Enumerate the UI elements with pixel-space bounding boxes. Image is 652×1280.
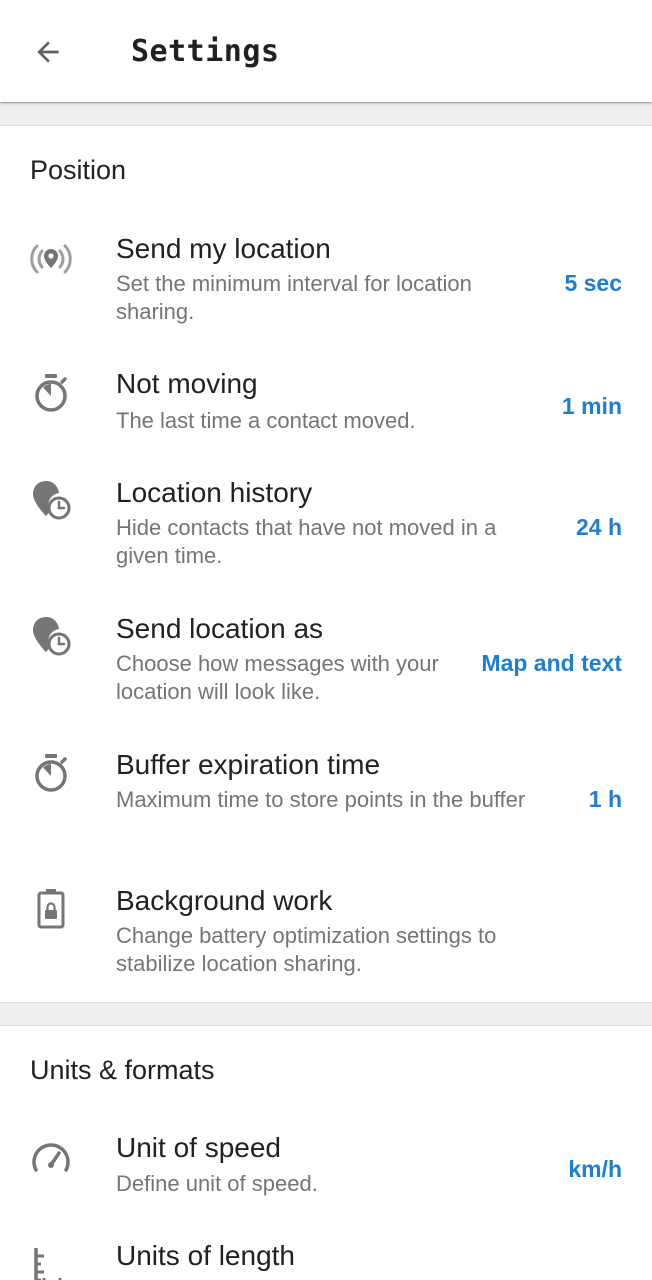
pref-buffer-expiration-time[interactable]: Buffer expiration time Maximum time to s… <box>0 734 652 858</box>
ruler-icon <box>34 1248 62 1280</box>
section-title-position: Position <box>30 155 127 185</box>
pref-not-moving[interactable]: Not moving The last time a contact moved… <box>0 355 652 451</box>
pref-summary: Hide contacts that have not moved in a g… <box>116 515 497 568</box>
pref-value: 24 h <box>575 514 622 540</box>
pref-send-location-as[interactable]: Send location as Choose how messages wit… <box>0 598 652 722</box>
timer-icon <box>35 754 67 792</box>
pref-background-work[interactable]: Background work Change battery optimizat… <box>0 870 652 994</box>
speedometer-icon <box>32 1143 70 1172</box>
location-broadcast-icon <box>30 244 72 274</box>
pref-summary: Change battery optimization settings to … <box>116 923 497 976</box>
pref-send-my-location[interactable]: Send my location Set the minimum interva… <box>0 218 652 340</box>
timer-icon <box>35 374 67 412</box>
pref-title: Buffer expiration time <box>116 749 381 780</box>
pref-value: km/h <box>568 1156 622 1182</box>
pref-title: Send location as <box>116 613 324 644</box>
back-button[interactable] <box>22 30 78 74</box>
pref-title: Not moving <box>116 368 258 399</box>
battery-lock-icon <box>37 889 65 929</box>
pref-value: 5 sec <box>564 270 622 296</box>
pref-unit-of-speed[interactable]: Unit of speed Define unit of speed. km/h <box>0 1118 652 1218</box>
pref-location-history[interactable]: Location history Hide contacts that have… <box>0 462 652 586</box>
pref-summary: Maximum time to store points in the buff… <box>116 787 526 812</box>
pref-title: Units of length <box>116 1240 295 1271</box>
pref-units-of-length[interactable]: Units of length <box>0 1228 652 1280</box>
section-title-units: Units & formats <box>30 1055 215 1085</box>
location-history-icon <box>33 617 71 656</box>
pref-summary: The last time a contact moved. <box>116 408 416 433</box>
pref-summary: Set the minimum interval for location sh… <box>116 271 472 324</box>
location-history-icon <box>33 481 71 520</box>
section-divider <box>0 102 652 126</box>
app-bar: Settings <box>0 0 652 102</box>
pref-title: Send my location <box>116 233 331 264</box>
pref-summary: Define unit of speed. <box>116 1171 318 1196</box>
pref-value: 1 h <box>588 786 622 812</box>
pref-title: Unit of speed <box>116 1132 281 1163</box>
pref-summary: Choose how messages with your location w… <box>116 651 439 704</box>
pref-value: 1 min <box>561 393 622 419</box>
arrow-back-icon <box>37 41 59 63</box>
pref-title: Background work <box>116 885 333 916</box>
section-divider <box>0 1002 652 1026</box>
pref-value: Map and text <box>481 650 622 676</box>
page-title: Settings <box>131 34 280 69</box>
pref-title: Location history <box>116 477 313 508</box>
